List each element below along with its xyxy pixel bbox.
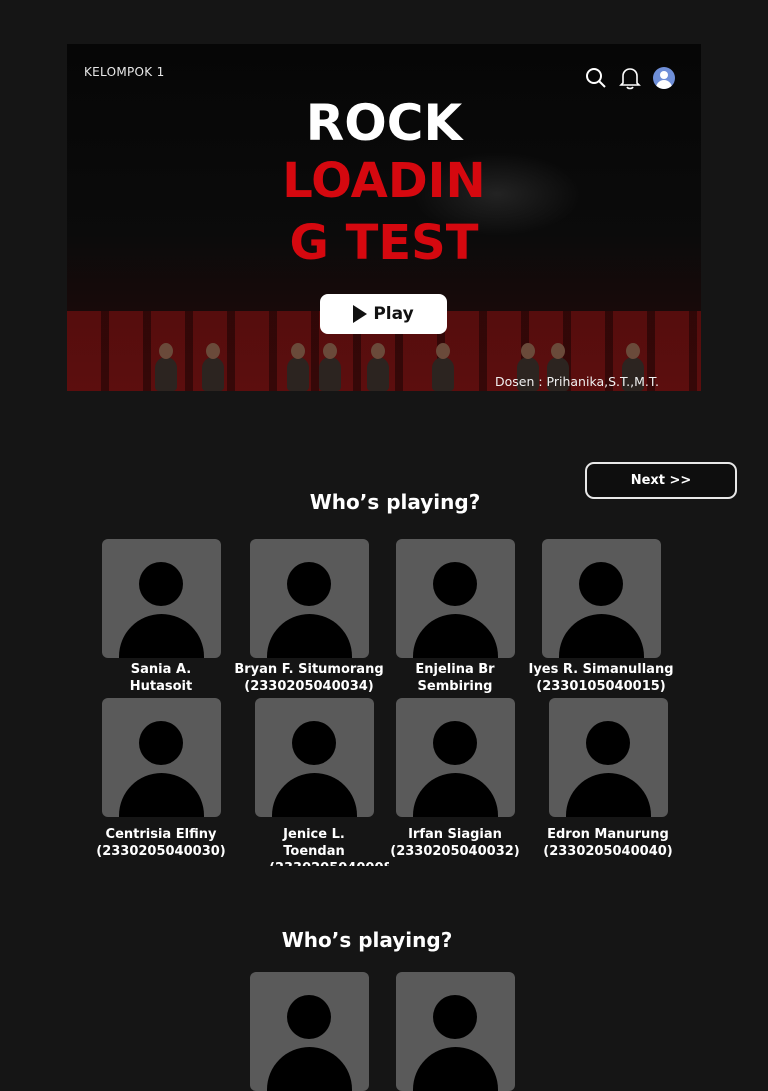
person-icon <box>138 721 183 765</box>
person-icon <box>286 562 331 606</box>
section-title-2: Who’s playing? <box>281 928 453 952</box>
next-button[interactable]: Next >> <box>585 462 737 499</box>
hero-banner: KELOMPOK 1 ROCK LOADING TEST Play Dosen … <box>67 44 701 391</box>
player-name: Irfan Siagian <box>408 827 502 842</box>
player-name: Bryan F. Situmorang <box>234 662 384 677</box>
player-name: Jenice L. Toendan <box>283 827 345 859</box>
player-photo <box>395 698 515 817</box>
player-card[interactable]: Enjelina Br Sembiring(2330205040045) <box>380 539 530 695</box>
lecturer-credit: Dosen : Prihanika,S.T.,M.T. <box>494 374 659 389</box>
player-card[interactable]: Centrisia Elfiny (2330205040030) <box>86 698 236 866</box>
player-card[interactable]: Iyes R. Simanullang (2330105040015) <box>526 539 676 695</box>
person-icon <box>432 721 477 765</box>
person-icon <box>291 721 336 765</box>
title-rock: ROCK <box>305 94 463 152</box>
player-card[interactable]: Sania A. Hutasoit <box>86 539 236 695</box>
player-photo <box>249 972 369 1091</box>
hero-title: ROCK LOADING TEST <box>67 96 701 274</box>
player-name: Enjelina Br Sembiring <box>415 662 495 694</box>
person-icon <box>432 995 477 1039</box>
player-card[interactable]: Edron Manurung (2330205040040) <box>533 698 683 866</box>
player-photo <box>541 539 661 658</box>
person-icon <box>286 995 331 1039</box>
player-card[interactable]: Irfan Siagian (2330205040032) <box>380 698 530 866</box>
player-photo <box>254 698 374 817</box>
player-id: (2330205040034) <box>244 679 374 694</box>
player-card[interactable] <box>380 972 530 1091</box>
player-id: (2330205040008) <box>269 860 389 866</box>
player-name: Sania A. Hutasoit <box>129 662 193 694</box>
header-icons <box>585 66 675 90</box>
player-name: Edron Manurung <box>547 827 669 842</box>
player-card[interactable]: Jenice L. Toendan(2330205040008) <box>239 698 389 866</box>
player-photo <box>395 539 515 658</box>
title-loading-test: LOADING TEST <box>282 153 486 271</box>
user-avatar-icon[interactable] <box>653 67 675 89</box>
player-id: (2330205040030) <box>96 844 226 859</box>
play-button[interactable]: Play <box>320 294 447 334</box>
person-icon <box>578 562 623 606</box>
person-icon <box>432 562 477 606</box>
player-name: Iyes R. Simanullang <box>528 662 674 677</box>
player-photo <box>101 539 221 658</box>
group-label: KELOMPOK 1 <box>84 65 165 79</box>
player-id: (2330205040032) <box>390 844 520 859</box>
player-id: (2330205040040) <box>543 844 673 859</box>
player-photo <box>548 698 668 817</box>
player-id: (2330105040015) <box>536 679 666 694</box>
bell-icon[interactable] <box>619 66 641 90</box>
play-label: Play <box>373 304 414 324</box>
section-title: Who’s playing? <box>309 490 481 514</box>
person-icon <box>585 721 630 765</box>
player-photo <box>101 698 221 817</box>
search-icon[interactable] <box>585 67 607 89</box>
player-card[interactable]: Bryan F. Situmorang (2330205040034) <box>234 539 384 695</box>
player-photo <box>249 539 369 658</box>
person-icon <box>138 562 183 606</box>
player-name: Centrisia Elfiny <box>105 827 217 842</box>
play-icon <box>353 305 368 323</box>
player-photo <box>395 972 515 1091</box>
player-card[interactable] <box>234 972 384 1091</box>
